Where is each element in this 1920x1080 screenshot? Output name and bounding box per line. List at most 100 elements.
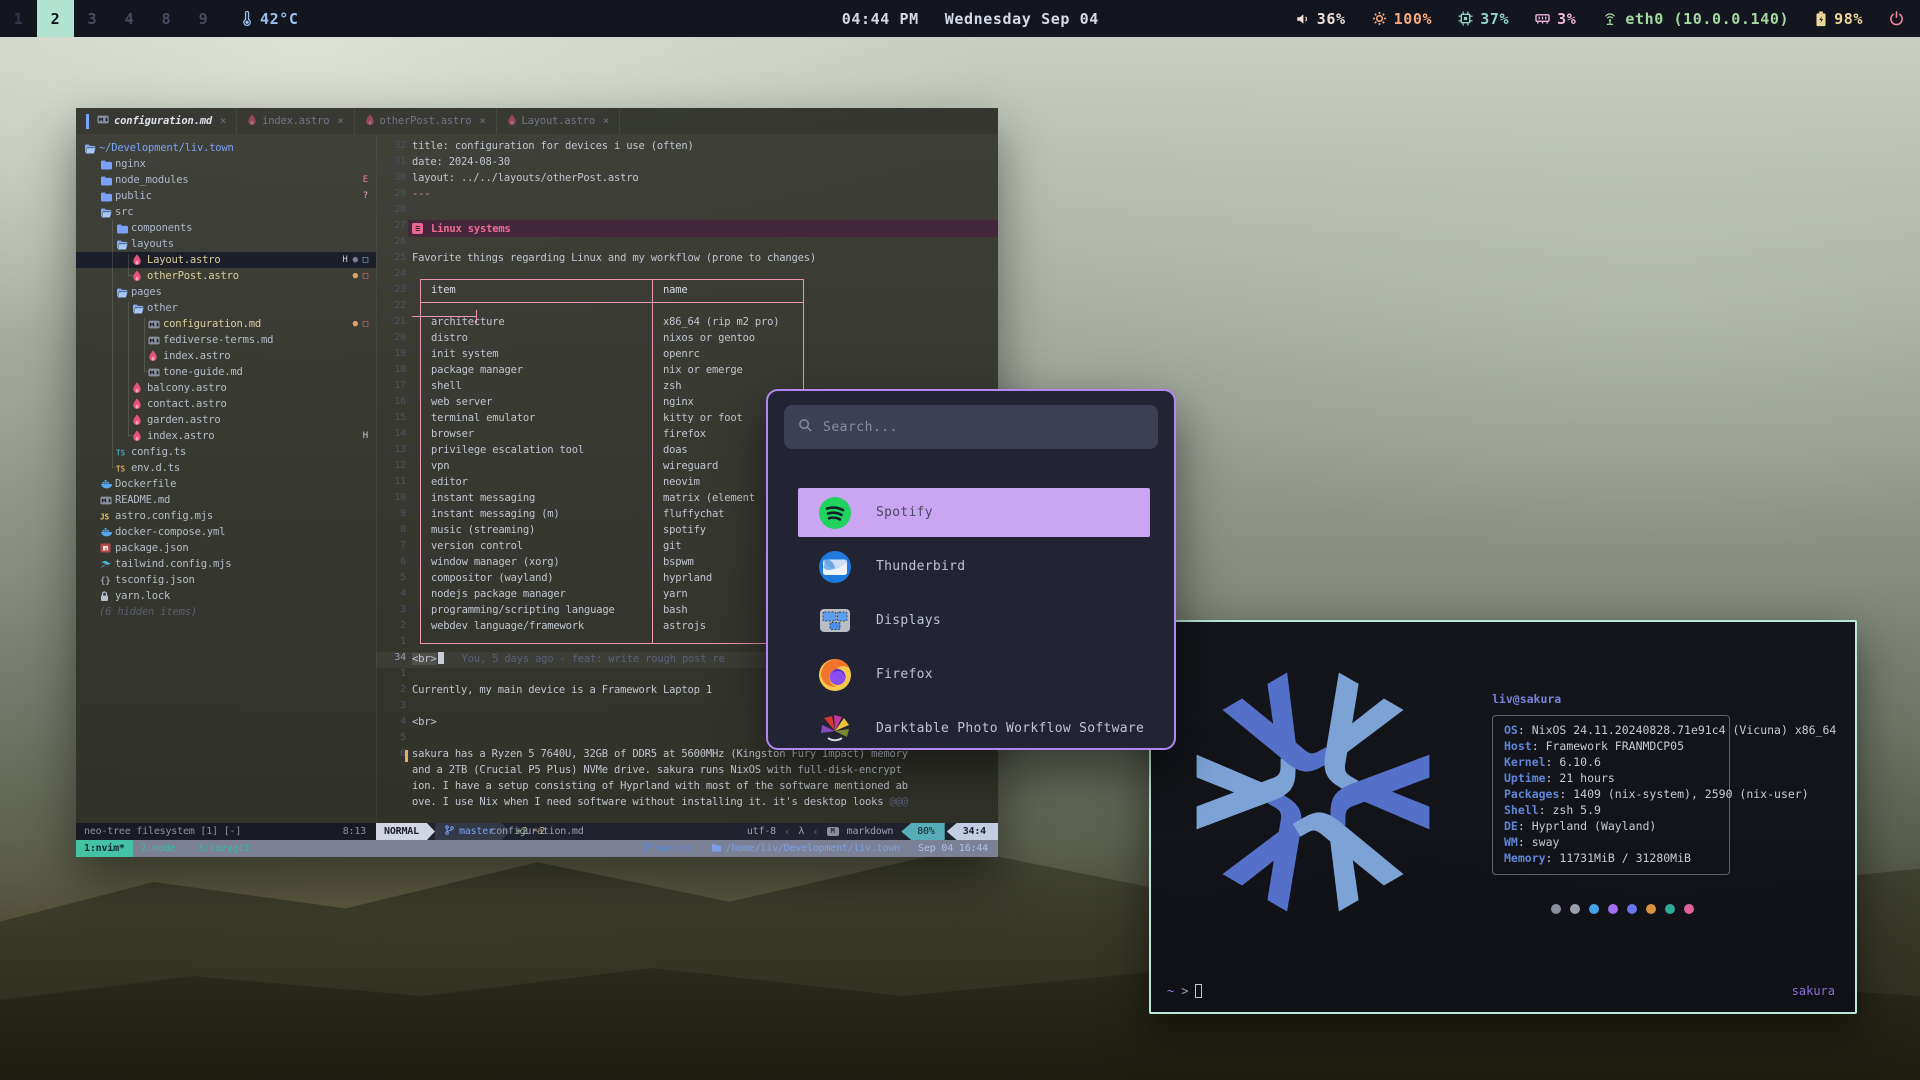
tree-item-index.astro[interactable]: index.astroH — [76, 428, 376, 444]
line-number: 22 — [376, 300, 406, 311]
terminal-color-palette — [1551, 904, 1694, 914]
astro-file-icon — [132, 270, 142, 282]
tree-item-Dockerfile[interactable]: Dockerfile — [76, 476, 376, 492]
svg-text:TS: TS — [116, 464, 125, 473]
launcher-item-thunderbird[interactable]: Thunderbird — [798, 542, 1150, 591]
tree-item-config.ts[interactable]: TSconfig.ts — [76, 444, 376, 460]
tree-item-garden.astro[interactable]: garden.astro — [76, 412, 376, 428]
tab-close-icon[interactable]: × — [479, 115, 485, 127]
fetch-field-shell: Shell: zsh 5.9 — [1504, 803, 1729, 819]
fetch-field-host: Host: Framework FRANMDCP05 — [1504, 739, 1729, 755]
tree-item--6-hidden-items-[interactable]: (6 hidden items) — [76, 604, 376, 620]
editor-tab-index.astro[interactable]: index.astro× — [237, 108, 354, 134]
tab-label: otherPost.astro — [380, 115, 472, 127]
workspace-button-1[interactable]: 1 — [0, 0, 37, 37]
tree-item-astro.config.mjs[interactable]: JSastro.config.mjs — [76, 508, 376, 524]
folder-open-icon — [84, 143, 96, 154]
line-number: 3 — [376, 604, 406, 615]
tree-item-nginx[interactable]: nginx — [76, 156, 376, 172]
network-module[interactable]: eth0 (10.0.0.140) — [1602, 10, 1789, 28]
tree-item-label: tsconfig.json — [115, 574, 195, 586]
tree-item-otherPost.astro[interactable]: otherPost.astro●□ — [76, 268, 376, 284]
tree-item-README.md[interactable]: README.md — [76, 492, 376, 508]
astro-file-icon — [132, 398, 142, 410]
line-number: 30 — [376, 172, 406, 183]
tree-item-fediverse-terms.md[interactable]: fediverse-terms.md — [76, 332, 376, 348]
buffer-line: ove. I use Nix when I need software with… — [376, 796, 998, 812]
line-text: date: 2024-08-30 — [412, 156, 510, 168]
launcher-search-input[interactable]: Search... — [784, 405, 1158, 449]
tree-item-layouts[interactable]: layouts — [76, 236, 376, 252]
tree-item-package.json[interactable]: package.json — [76, 540, 376, 556]
workspace-button-9[interactable]: 9 — [185, 0, 222, 37]
shell-prompt[interactable]: ~ > — [1167, 984, 1202, 998]
tree-item-Layout.astro[interactable]: Layout.astroH●□ — [76, 252, 376, 268]
tree-item-node-modules[interactable]: node_modulesE — [76, 172, 376, 188]
tab-close-icon[interactable]: × — [220, 115, 226, 127]
tree-item-docker-compose.yml[interactable]: docker-compose.yml — [76, 524, 376, 540]
editor-tab-Layout.astro[interactable]: Layout.astro× — [497, 108, 621, 134]
tree-item-yarn.lock[interactable]: yarn.lock — [76, 588, 376, 604]
battery-icon — [1815, 11, 1827, 27]
overflow-marker: @@@ — [889, 796, 907, 808]
brightness-module[interactable]: 100% — [1372, 10, 1433, 28]
launcher-item-displays[interactable]: Displays — [798, 596, 1150, 645]
editor-tab-otherPost.astro[interactable]: otherPost.astro × — [355, 108, 497, 134]
tree-item-badges: H●□ — [342, 252, 368, 268]
workspace-button-8[interactable]: 8 — [148, 0, 185, 37]
palette-dot — [1589, 904, 1599, 914]
workspace-button-3[interactable]: 3 — [74, 0, 111, 37]
astro-file-icon — [365, 114, 375, 129]
tree-item-pages[interactable]: pages — [76, 284, 376, 300]
folder-icon — [711, 843, 721, 855]
memory-module[interactable]: 3% — [1535, 10, 1576, 28]
tree-item-label: fediverse-terms.md — [163, 334, 273, 346]
tmux-window-3-lazygit[interactable]: 3:lazygit — [190, 840, 258, 857]
tree-item-contact.astro[interactable]: contact.astro — [76, 396, 376, 412]
tree-item-index.astro[interactable]: index.astro — [76, 348, 376, 364]
workspace-button-4[interactable]: 4 — [111, 0, 148, 37]
tree-item-label: config.ts — [131, 446, 186, 458]
tree-item-src[interactable]: src — [76, 204, 376, 220]
neotree-status-title: neo-tree filesystem [1] [-] — [84, 826, 241, 837]
tree-item-tone-guide.md[interactable]: tone-guide.md — [76, 364, 376, 380]
tmux-window-1-nvim-[interactable]: 1:nvim* — [76, 840, 133, 857]
network-icon — [1602, 12, 1618, 26]
tree-item-other[interactable]: other — [76, 300, 376, 316]
launcher-item-firefox[interactable]: Firefox — [798, 650, 1150, 699]
tree-item-configuration.md[interactable]: configuration.md●□ — [76, 316, 376, 332]
gitsigns-change-marker — [405, 750, 408, 762]
tree-item-tailwind.config.mjs[interactable]: tailwind.config.mjs — [76, 556, 376, 572]
palette-dot — [1608, 904, 1618, 914]
line-text: ion. I have a setup consisting of Hyprla… — [412, 780, 908, 792]
workspace-button-2[interactable]: 2 — [37, 0, 74, 37]
volume-module[interactable]: 36% — [1295, 10, 1346, 28]
terminal-badge: sakura — [1792, 984, 1835, 998]
fetch-user-host: liv@sakura — [1492, 692, 1730, 706]
tmux-window-2-node-[interactable]: 2:node- — [133, 840, 190, 857]
tree-item-tsconfig.json[interactable]: {}tsconfig.json — [76, 572, 376, 588]
tree-item-public[interactable]: public? — [76, 188, 376, 204]
line-number: 17 — [376, 380, 406, 391]
power-button[interactable] — [1889, 11, 1904, 26]
system-tray-modules: 36% 100% 37% 3% eth0 (10.0.0.140) 98% — [1295, 0, 1920, 37]
launcher-item-label: Firefox — [876, 667, 933, 682]
tree-item-~-Development-liv.town[interactable]: ~/Development/liv.town — [76, 140, 376, 156]
tree-item-components[interactable]: components — [76, 220, 376, 236]
search-icon — [798, 418, 813, 437]
launcher-item-darktable-photo-workflow-software[interactable]: Darktable Photo Workflow Software — [798, 704, 1150, 750]
cpu-module[interactable]: 37% — [1458, 10, 1509, 28]
terminal-window-fastfetch[interactable]: λλλλλλ liv@sakura OS: NixOS 24.11.202408… — [1149, 620, 1857, 1014]
status-bar: 123489 42°C 04:44 PM Wednesday Sep 04 36… — [0, 0, 1920, 37]
tab-close-icon[interactable]: × — [337, 115, 343, 127]
battery-module[interactable]: 98% — [1815, 10, 1863, 28]
tmux-datetime: Sep 04 16:44 — [918, 843, 988, 854]
line-number: 16 — [376, 396, 406, 407]
launcher-item-spotify[interactable]: Spotify — [798, 488, 1150, 537]
tab-close-icon[interactable]: × — [603, 115, 609, 127]
tree-item-env.d.ts[interactable]: TSenv.d.ts — [76, 460, 376, 476]
line-number: 5 — [376, 732, 406, 743]
editor-tab-configuration.md[interactable]: configuration.md× — [76, 108, 237, 134]
table-border-box — [420, 279, 804, 644]
tree-item-balcony.astro[interactable]: balcony.astro — [76, 380, 376, 396]
